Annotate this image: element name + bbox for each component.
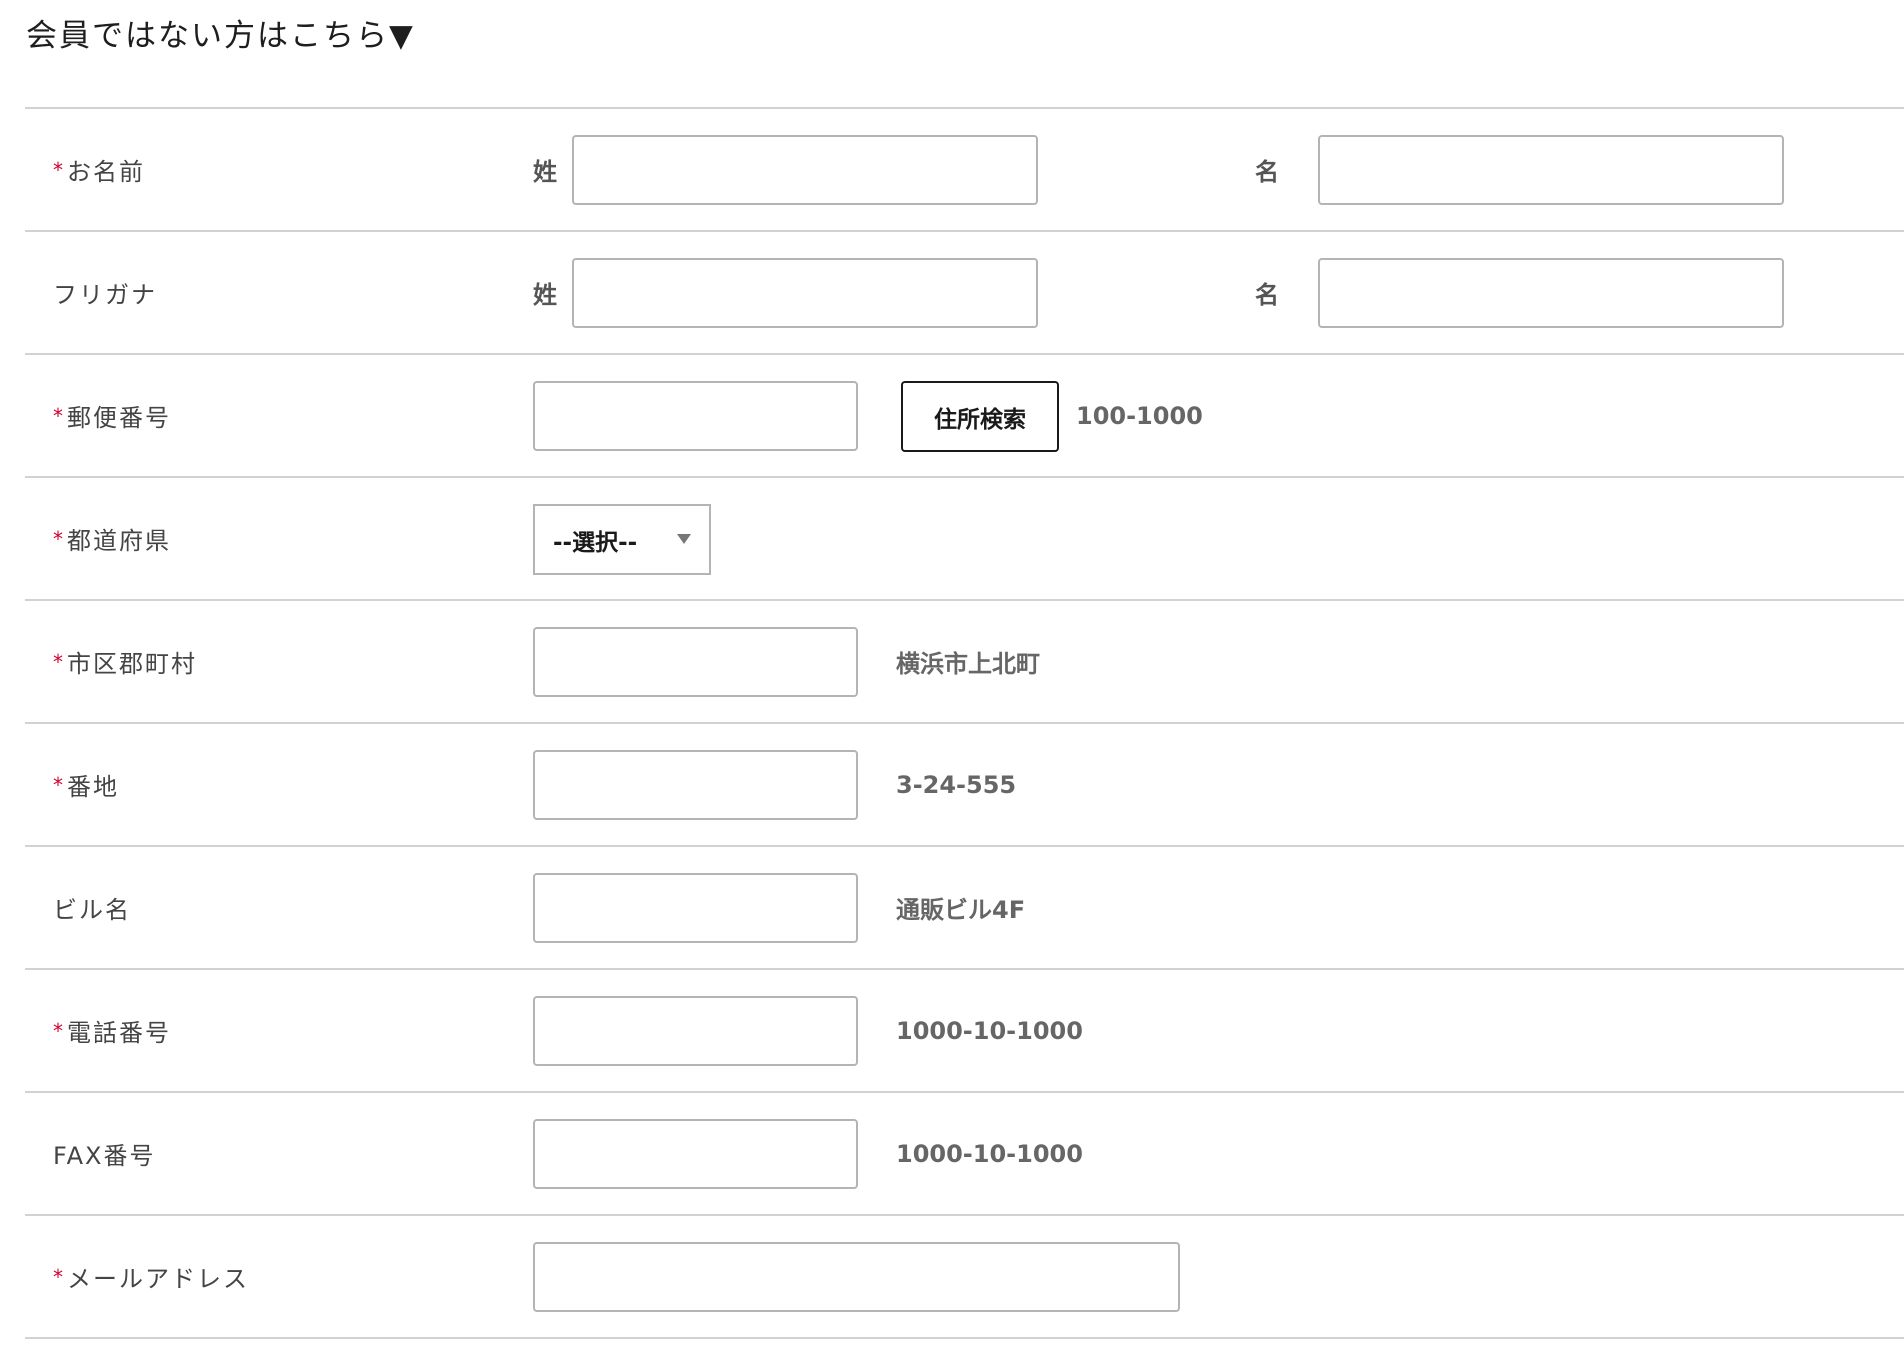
row-label-phone: * 電話番号 [53, 970, 171, 1091]
email-input[interactable] [533, 1242, 1180, 1312]
sei-label: 姓 [533, 281, 557, 309]
label-text: FAX番号 [53, 1142, 156, 1170]
building-input[interactable] [533, 873, 858, 943]
label-text: 電話番号 [67, 1019, 171, 1047]
form-row-building: ビル名 通販ビル4F [25, 847, 1904, 970]
row-label-kana: フリガナ [53, 232, 157, 353]
form-row-email: * メールアドレス [25, 1216, 1904, 1339]
label-text: 都道府県 [67, 527, 171, 555]
fax-input[interactable] [533, 1119, 858, 1189]
postal-hint: 100-1000 [1076, 401, 1203, 430]
row-label-email: * メールアドレス [53, 1216, 249, 1337]
street-hint: 3-24-555 [896, 770, 1017, 799]
form-row-phone: * 電話番号 1000-10-1000 [25, 970, 1904, 1093]
row-label-name: * お名前 [53, 109, 145, 230]
form-row-kana: フリガナ 姓 名 [25, 232, 1904, 355]
field-fax: 1000-10-1000 [533, 1093, 1904, 1214]
label-text: メールアドレス [67, 1265, 249, 1293]
form-row-street: * 番地 3-24-555 [25, 724, 1904, 847]
row-label-street: * 番地 [53, 724, 119, 845]
label-text: 郵便番号 [67, 404, 171, 432]
guest-form-table: * お名前 姓 名 フリガナ 姓 名 * 郵便番号 住所検索 100-1000 … [25, 107, 1904, 1339]
first-name-input[interactable] [1318, 135, 1784, 205]
field-street: 3-24-555 [533, 724, 1904, 845]
sei-label: 姓 [533, 158, 557, 186]
required-mark: * [53, 157, 63, 182]
row-label-city: * 市区郡町村 [53, 601, 197, 722]
building-hint: 通販ビル4F [896, 896, 1026, 924]
label-text: 番地 [67, 773, 119, 801]
form-row-postal: * 郵便番号 住所検索 100-1000 [25, 355, 1904, 478]
field-postal: 住所検索 100-1000 [533, 355, 1904, 476]
phone-input[interactable] [533, 996, 858, 1066]
guest-form-page: 会員ではない方はこちら▼ * お名前 姓 名 フリガナ 姓 名 * 郵便番号 住… [0, 0, 1904, 1364]
city-hint: 横浜市上北町 [896, 650, 1040, 678]
form-row-prefecture: * 都道府県 --選択-- [25, 478, 1904, 601]
city-input[interactable] [533, 627, 858, 697]
field-city: 横浜市上北町 [533, 601, 1904, 722]
dropdown-arrow-icon [677, 534, 691, 544]
required-mark: * [53, 649, 63, 674]
section-title: 会員ではない方はこちら▼ [26, 18, 415, 54]
row-label-postal: * 郵便番号 [53, 355, 171, 476]
last-name-input[interactable] [572, 135, 1038, 205]
required-mark: * [53, 526, 63, 551]
label-text: フリガナ [53, 281, 157, 309]
first-name-kana-input[interactable] [1318, 258, 1784, 328]
form-row-city: * 市区郡町村 横浜市上北町 [25, 601, 1904, 724]
row-label-prefecture: * 都道府県 [53, 478, 171, 599]
prefecture-select[interactable]: --選択-- [533, 504, 711, 575]
required-mark: * [53, 772, 63, 797]
label-text: 市区郡町村 [67, 650, 197, 678]
mei-label: 名 [1255, 158, 1279, 186]
required-mark: * [53, 1018, 63, 1043]
required-mark: * [53, 1264, 63, 1289]
row-label-fax: FAX番号 [53, 1093, 155, 1214]
field-email [533, 1216, 1904, 1337]
field-name: 姓 名 [533, 109, 1904, 230]
field-building: 通販ビル4F [533, 847, 1904, 968]
fax-hint: 1000-10-1000 [896, 1139, 1083, 1168]
field-kana: 姓 名 [533, 232, 1904, 353]
field-prefecture: --選択-- [533, 478, 1904, 599]
required-mark: * [53, 403, 63, 428]
form-row-fax: FAX番号 1000-10-1000 [25, 1093, 1904, 1216]
postal-code-input[interactable] [533, 381, 858, 451]
label-text: ビル名 [53, 896, 131, 924]
last-name-kana-input[interactable] [572, 258, 1038, 328]
row-label-building: ビル名 [53, 847, 131, 968]
label-text: お名前 [67, 158, 145, 186]
field-phone: 1000-10-1000 [533, 970, 1904, 1091]
address-search-button[interactable]: 住所検索 [901, 381, 1059, 452]
phone-hint: 1000-10-1000 [896, 1016, 1083, 1045]
form-row-name: * お名前 姓 名 [25, 109, 1904, 232]
street-input[interactable] [533, 750, 858, 820]
prefecture-selected-value: --選択-- [553, 529, 638, 556]
mei-label: 名 [1255, 281, 1279, 309]
